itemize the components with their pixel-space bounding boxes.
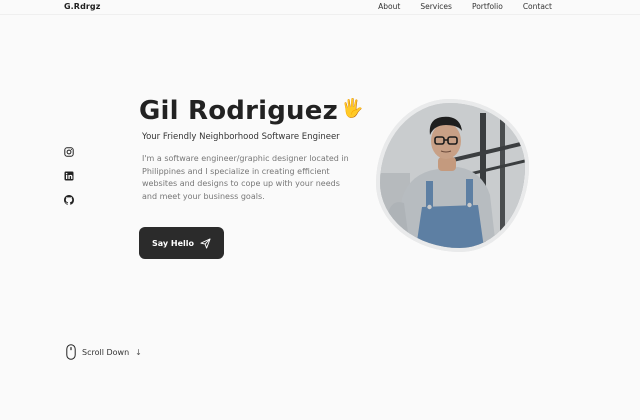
scroll-down-link[interactable]: Scroll Down ↓: [66, 344, 142, 360]
instagram-link[interactable]: [64, 147, 74, 157]
say-hello-button[interactable]: Say Hello: [139, 227, 224, 259]
portfolio-page: G.Rdrgz About Services Portfolio Contact: [0, 0, 640, 420]
nav-services[interactable]: Services: [420, 2, 452, 11]
site-logo[interactable]: G.Rdrgz: [64, 2, 101, 11]
nav-about[interactable]: About: [378, 2, 400, 11]
nav-contact[interactable]: Contact: [523, 2, 552, 11]
hero-subtitle: Your Friendly Neighborhood Software Engi…: [142, 132, 340, 142]
send-icon: [200, 237, 211, 249]
github-link[interactable]: [64, 195, 74, 205]
top-navbar: G.Rdrgz About Services Portfolio Contact: [0, 0, 640, 15]
profile-person-illustration: [380, 103, 525, 248]
social-links: [64, 147, 74, 205]
scroll-down-label: Scroll Down: [82, 347, 130, 357]
say-hello-label: Say Hello: [151, 238, 194, 248]
github-icon: [64, 195, 74, 205]
arrow-down-icon: ↓: [135, 347, 142, 357]
main-nav: About Services Portfolio Contact: [378, 2, 552, 11]
mouse-icon: [66, 344, 76, 360]
profile-image: [376, 99, 529, 252]
instagram-icon: [64, 147, 74, 157]
linkedin-link[interactable]: [64, 171, 74, 181]
hero-description: I'm a software engineer/graphic designer…: [142, 154, 349, 201]
linkedin-icon: [64, 171, 74, 181]
nav-portfolio[interactable]: Portfolio: [472, 2, 503, 11]
hero-heading: Gil Rodriguez 🖐: [139, 96, 363, 126]
waving-hand-icon: 🖐: [340, 98, 364, 119]
hero-name: Gil Rodriguez: [139, 96, 338, 126]
profile-photo: [380, 103, 525, 248]
